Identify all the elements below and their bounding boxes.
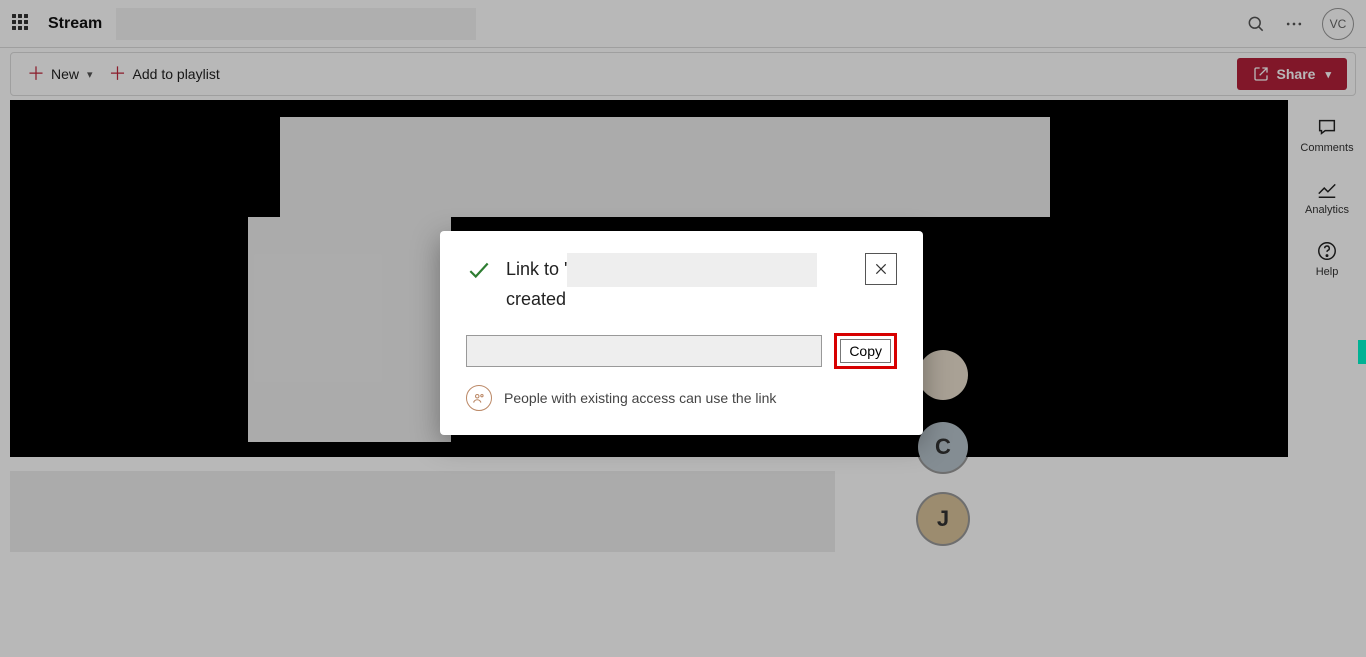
dialog-filename-redacted xyxy=(567,253,817,287)
comments-label: Comments xyxy=(1300,142,1353,154)
add-to-playlist-button[interactable]: ＋ Add to playlist xyxy=(101,59,228,89)
analytics-tab[interactable]: Analytics xyxy=(1305,178,1349,216)
comments-icon xyxy=(1316,116,1338,138)
help-icon xyxy=(1316,240,1338,262)
analytics-icon xyxy=(1316,178,1338,200)
app-header: Stream VC xyxy=(0,0,1366,48)
dialog-msg-prefix: Link to ' xyxy=(506,259,567,279)
checkmark-icon xyxy=(466,257,492,283)
search-icon[interactable] xyxy=(1246,14,1266,34)
help-tab[interactable]: Help xyxy=(1316,240,1339,278)
permission-text: People with existing access can use the … xyxy=(504,390,776,406)
video-overlay-redacted xyxy=(280,117,1050,217)
participant-bubbles: C J xyxy=(918,350,968,544)
help-label: Help xyxy=(1316,266,1339,278)
dialog-message: Link to ' created xyxy=(506,253,851,311)
app-launcher-icon[interactable] xyxy=(12,14,32,34)
video-overlay-redacted xyxy=(248,217,451,442)
comments-tab[interactable]: Comments xyxy=(1300,116,1353,154)
command-bar: ＋ New ▾ ＋ Add to playlist Share ▾ xyxy=(10,52,1356,96)
more-icon[interactable] xyxy=(1284,14,1304,34)
header-right: VC xyxy=(1246,8,1354,40)
add-playlist-label: Add to playlist xyxy=(133,66,220,82)
share-label: Share xyxy=(1277,66,1316,82)
document-title-redacted xyxy=(116,8,476,40)
close-icon xyxy=(874,262,888,276)
people-access-icon xyxy=(466,385,492,411)
participant-avatar: J xyxy=(918,494,968,544)
side-tab-handle[interactable] xyxy=(1358,340,1366,364)
user-avatar[interactable]: VC xyxy=(1322,8,1354,40)
new-label: New xyxy=(51,66,79,82)
right-rail: Comments Analytics Help xyxy=(1288,100,1366,278)
app-name: Stream xyxy=(48,15,102,33)
copy-button-highlight: Copy xyxy=(834,333,897,369)
share-link-dialog: Link to ' created Copy People with exist… xyxy=(440,231,923,435)
plus-icon: ＋ xyxy=(27,65,45,83)
new-button[interactable]: ＋ New ▾ xyxy=(19,59,101,89)
participant-avatar: C xyxy=(918,422,968,472)
plus-icon: ＋ xyxy=(109,65,127,83)
link-url-field[interactable] xyxy=(466,335,822,367)
permission-row[interactable]: People with existing access can use the … xyxy=(466,385,897,411)
chevron-down-icon: ▾ xyxy=(87,68,93,81)
video-metadata-redacted xyxy=(10,471,835,552)
chevron-down-icon: ▾ xyxy=(1325,68,1331,81)
participant-avatar xyxy=(918,350,968,400)
copy-button[interactable]: Copy xyxy=(840,339,891,363)
share-button[interactable]: Share ▾ xyxy=(1237,58,1347,90)
analytics-label: Analytics xyxy=(1305,204,1349,216)
close-button[interactable] xyxy=(865,253,897,285)
share-icon xyxy=(1253,66,1269,82)
dialog-msg-suffix: created xyxy=(506,289,566,309)
